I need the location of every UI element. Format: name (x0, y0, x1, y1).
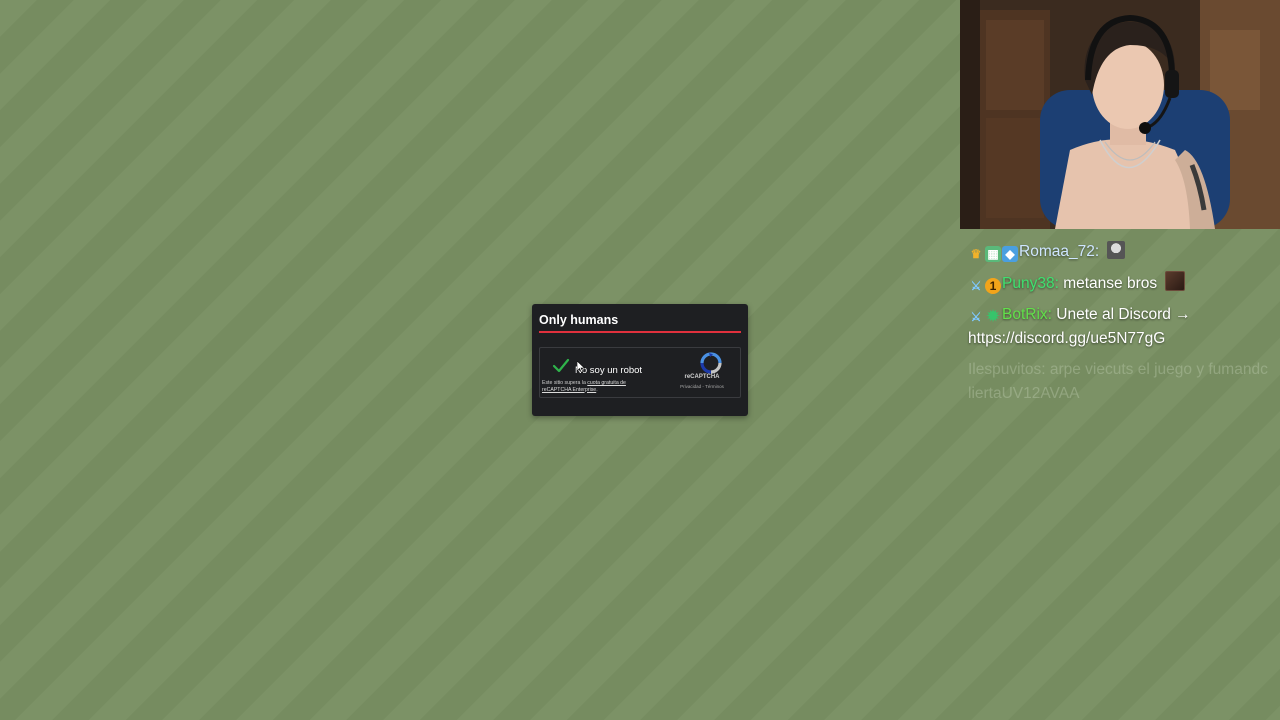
box-icon: ◆ (1002, 246, 1018, 262)
crown-icon: ♛ (970, 247, 982, 261)
gift-icon: ▦ (985, 246, 1001, 262)
streamer-video (960, 0, 1280, 229)
captcha-card: Only humans No soy un robot reCAPTCHA Pr… (532, 304, 748, 416)
cat-emote (1107, 241, 1126, 259)
chat-separator: : (1094, 243, 1100, 260)
chat-separator: : (1047, 306, 1052, 323)
checkmark-icon[interactable] (552, 357, 570, 375)
badge-group: ⚔ ✹ (968, 309, 1001, 325)
chat-message: ♛ ▦ ◆ Romaa_72: (968, 240, 1274, 264)
checkbox-label[interactable]: No soy un robot (575, 365, 642, 376)
mouse-cursor-icon (577, 361, 585, 373)
recaptcha-quota-note: Este sitio supera la cuota gratuita de r… (542, 380, 652, 393)
gear-icon: ✹ (986, 308, 1000, 325)
note-prefix: Este sitio supera la (542, 380, 586, 386)
sword-icon: ⚔ (970, 310, 982, 324)
recaptcha-logo-icon (700, 352, 722, 374)
privacy-link[interactable]: Privacidad (680, 384, 701, 389)
badge-group: ♛ ▦ ◆ (968, 246, 1018, 262)
webcam-feed (960, 0, 1280, 229)
chat-separator: : (1054, 275, 1059, 292)
recaptcha-links: Privacidad - Términos (670, 384, 734, 389)
chat-text: metanse bros (1063, 275, 1158, 292)
terms-link[interactable]: Términos (705, 384, 724, 389)
recaptcha-brand: reCAPTCHA (684, 374, 720, 380)
chat-username[interactable]: Romaa_72 (1019, 243, 1095, 260)
chat-overlay: ♛ ▦ ◆ Romaa_72: ⚔ 1 Puny38: metanse bros… (968, 240, 1274, 413)
badge-group: ⚔ 1 (968, 278, 1001, 294)
chat-message: ⚔ ✹ BotRix: Unete al Discord → https://d… (968, 303, 1274, 351)
recaptcha-widget: No soy un robot reCAPTCHA Privacidad - T… (539, 347, 741, 398)
face-emote (1165, 271, 1186, 291)
sword-icon: ⚔ (970, 279, 982, 293)
note-suffix: . (596, 386, 598, 393)
coin-icon: 1 (985, 278, 1001, 294)
chat-message-faded: Ilespuvitos: arpe viecuts el juego y fum… (968, 361, 1268, 402)
chat-username[interactable]: BotRix (1002, 306, 1048, 323)
chat-message: ⚔ 1 Puny38: metanse bros (968, 271, 1274, 296)
chat-username[interactable]: Puny38 (1002, 275, 1055, 292)
captcha-title: Only humans (539, 313, 741, 333)
